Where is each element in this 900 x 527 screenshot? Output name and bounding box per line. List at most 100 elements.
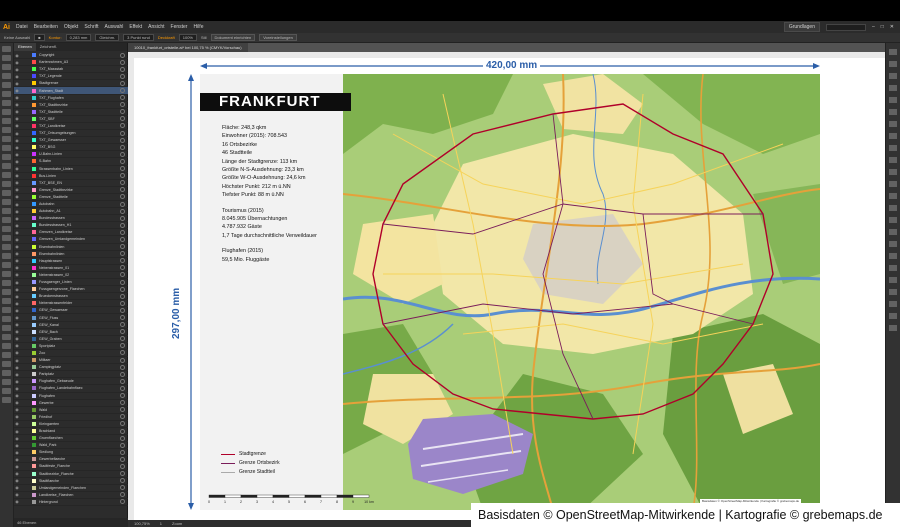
- target-icon[interactable]: [120, 215, 125, 221]
- menu-datei[interactable]: Datei: [13, 24, 31, 30]
- target-icon[interactable]: [120, 144, 125, 150]
- panel-icon[interactable]: [889, 49, 897, 55]
- target-icon[interactable]: [120, 95, 125, 101]
- tool-icon[interactable]: [2, 307, 11, 313]
- menu-fenster[interactable]: Fenster: [168, 24, 191, 30]
- target-icon[interactable]: [120, 244, 125, 250]
- layer-row[interactable]: ◉ Copyright: [14, 52, 128, 60]
- layer-row[interactable]: ◉ Siedlung: [14, 449, 128, 457]
- layer-row[interactable]: ◉ Militaer: [14, 357, 128, 365]
- tool-icon[interactable]: [2, 298, 11, 304]
- layer-row[interactable]: ◉ Grenze_Stadtbezirke: [14, 187, 128, 194]
- target-icon[interactable]: [120, 116, 125, 122]
- target-icon[interactable]: [120, 88, 125, 94]
- layer-row[interactable]: ◉ Wald_Park: [14, 442, 128, 450]
- target-icon[interactable]: [120, 52, 125, 58]
- eye-icon[interactable]: ◉: [14, 315, 20, 320]
- panel-icon[interactable]: [889, 73, 897, 79]
- eye-icon[interactable]: ◉: [14, 145, 20, 150]
- layer-row[interactable]: ◉ GEW_Fluss: [14, 314, 128, 322]
- tool-icon[interactable]: [2, 271, 11, 277]
- target-icon[interactable]: [120, 336, 125, 342]
- tool-icon[interactable]: [2, 136, 11, 142]
- layer-row[interactable]: ◉ Umlandgemeinden_Flaechen: [14, 485, 128, 492]
- eye-icon[interactable]: ◉: [14, 53, 20, 58]
- layer-row[interactable]: ◉ Gewerbeflaeche: [14, 456, 128, 464]
- layer-row[interactable]: ◉ GEW_Kanal: [14, 322, 128, 329]
- target-icon[interactable]: [120, 456, 125, 462]
- layer-row[interactable]: ◉ Sportplatz: [14, 343, 128, 350]
- layer-row[interactable]: ◉ GEW_Bach: [14, 329, 128, 336]
- layer-row[interactable]: ◉ U-Bahn-Linien: [14, 151, 128, 159]
- target-icon[interactable]: [120, 350, 125, 356]
- target-icon[interactable]: [120, 300, 125, 306]
- layer-row[interactable]: ◉ GEW_Gewaesser: [14, 307, 128, 315]
- eye-icon[interactable]: ◉: [14, 464, 20, 469]
- panel-icon[interactable]: [889, 289, 897, 295]
- eye-icon[interactable]: ◉: [14, 159, 20, 164]
- layer-row[interactable]: ◉ Gruenflaechen: [14, 435, 128, 443]
- layer-row[interactable]: ◉ Rahmen_Stadt: [14, 87, 128, 95]
- eye-icon[interactable]: ◉: [14, 116, 20, 121]
- layer-row[interactable]: ◉ Fussgaengerzone_Flaechen: [14, 286, 128, 294]
- stroke-style-select[interactable]: Gleichm.: [95, 34, 120, 41]
- eye-icon[interactable]: ◉: [14, 251, 20, 256]
- eye-icon[interactable]: ◉: [14, 379, 20, 384]
- target-icon[interactable]: [120, 137, 125, 143]
- eye-icon[interactable]: ◉: [14, 450, 20, 455]
- layer-row[interactable]: ◉ Flughafen: [14, 393, 128, 400]
- target-icon[interactable]: [120, 357, 125, 363]
- eye-icon[interactable]: ◉: [14, 287, 20, 292]
- fill-swatch[interactable]: ■: [34, 34, 45, 41]
- city-map[interactable]: [343, 74, 820, 510]
- layer-row[interactable]: ◉ Gewerbe: [14, 400, 128, 407]
- tool-icon[interactable]: [2, 55, 11, 61]
- tool-icon[interactable]: [2, 217, 11, 223]
- target-icon[interactable]: [120, 66, 125, 72]
- target-icon[interactable]: [120, 102, 125, 108]
- layer-row[interactable]: ◉ TXT_Flughafen: [14, 95, 128, 102]
- eye-icon[interactable]: ◉: [14, 350, 20, 355]
- eye-icon[interactable]: ◉: [14, 258, 20, 263]
- tool-icon[interactable]: [2, 118, 11, 124]
- layer-row[interactable]: ◉ Eisenbahnlinien: [14, 244, 128, 251]
- menu-hilfe[interactable]: Hilfe: [190, 24, 206, 30]
- contour-label[interactable]: Kontur:: [49, 35, 62, 40]
- eye-icon[interactable]: ◉: [14, 400, 20, 405]
- layer-row[interactable]: ◉ Stadtbezirke_Flaeche: [14, 471, 128, 478]
- tool-icon[interactable]: [2, 163, 11, 169]
- target-icon[interactable]: [120, 442, 125, 448]
- eye-icon[interactable]: ◉: [14, 301, 20, 306]
- layer-row[interactable]: ◉ Landkreise_Flaechen: [14, 492, 128, 499]
- style-label[interactable]: Stil: [201, 35, 207, 40]
- eye-icon[interactable]: ◉: [14, 499, 20, 504]
- tool-icon[interactable]: [2, 172, 11, 178]
- target-icon[interactable]: [120, 385, 125, 391]
- eye-icon[interactable]: ◉: [14, 280, 20, 285]
- panel-icon[interactable]: [889, 229, 897, 235]
- eye-icon[interactable]: ◉: [14, 322, 20, 327]
- help-search-input[interactable]: [825, 23, 866, 31]
- tool-icon[interactable]: [2, 379, 11, 385]
- target-icon[interactable]: [120, 471, 125, 477]
- eye-icon[interactable]: ◉: [14, 138, 20, 143]
- eye-icon[interactable]: ◉: [14, 265, 20, 270]
- tab-layers[interactable]: Ebenen: [14, 43, 36, 51]
- menu-ansicht[interactable]: Ansicht: [145, 24, 167, 30]
- panel-icon[interactable]: [889, 145, 897, 151]
- tool-icon[interactable]: [2, 226, 11, 232]
- target-icon[interactable]: [120, 229, 125, 235]
- tool-icon[interactable]: [2, 280, 11, 286]
- target-icon[interactable]: [120, 329, 125, 335]
- target-icon[interactable]: [120, 194, 125, 200]
- tool-icon[interactable]: [2, 253, 11, 259]
- layer-row[interactable]: ◉ Nebenstrassen_01: [14, 265, 128, 272]
- tool-icon[interactable]: [2, 154, 11, 160]
- eye-icon[interactable]: ◉: [14, 173, 20, 178]
- layer-row[interactable]: ◉ Kleingaerten: [14, 421, 128, 428]
- status-zoom[interactable]: 100,75%: [134, 521, 150, 526]
- eye-icon[interactable]: ◉: [14, 272, 20, 277]
- eye-icon[interactable]: ◉: [14, 372, 20, 377]
- menu-objekt[interactable]: Objekt: [61, 24, 81, 30]
- eye-icon[interactable]: ◉: [14, 485, 20, 490]
